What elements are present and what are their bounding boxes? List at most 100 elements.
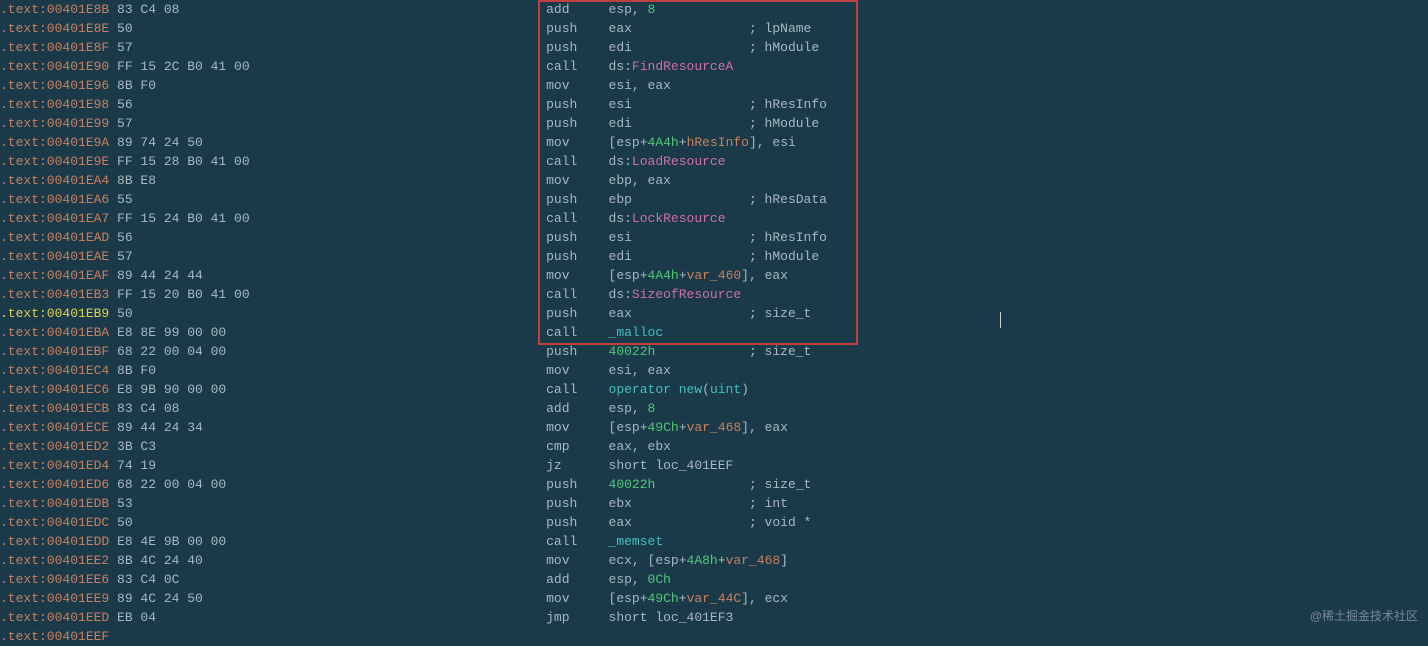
mnemonic: push (546, 306, 608, 321)
operand: 8 (648, 401, 656, 416)
operand: 4A4h (648, 135, 679, 150)
disasm-row[interactable]: .text:00401EB3 FF 15 20 B0 41 00 call ds… (0, 285, 1428, 304)
address: .text:00401EDD (0, 534, 109, 549)
address: .text:00401E98 (0, 97, 109, 112)
address: .text:00401EC6 (0, 382, 109, 397)
disassembly-listing[interactable]: .text:00401E8B 83 C4 08 add esp, 8.text:… (0, 0, 1428, 646)
disasm-row[interactable]: .text:00401E96 8B F0 mov esi, eax (0, 76, 1428, 95)
disasm-row[interactable]: .text:00401E8F 57 push edi ; hModule (0, 38, 1428, 57)
operand: ebp, eax (609, 173, 671, 188)
disasm-row[interactable]: .text:00401EAF 89 44 24 44 mov [esp+4A4h… (0, 266, 1428, 285)
mnemonic: push (546, 116, 608, 131)
disasm-row[interactable]: .text:00401EE6 83 C4 0C add esp, 0Ch (0, 570, 1428, 589)
operand: + (679, 135, 687, 150)
comment: ; lpName (749, 21, 811, 36)
disasm-row[interactable]: .text:00401EE9 89 4C 24 50 mov [esp+49Ch… (0, 589, 1428, 608)
disasm-row[interactable]: .text:00401EBF 68 22 00 04 00 push 40022… (0, 342, 1428, 361)
disasm-row[interactable]: .text:00401EDC 50 push eax ; void * (0, 513, 1428, 532)
operand: [esp+ (609, 268, 648, 283)
operand: var_468 (687, 420, 742, 435)
mnemonic: jmp (546, 610, 608, 625)
disasm-row[interactable]: .text:00401E9E FF 15 28 B0 41 00 call ds… (0, 152, 1428, 171)
mnemonic: push (546, 192, 608, 207)
disasm-row[interactable]: .text:00401EE2 8B 4C 24 40 mov ecx, [esp… (0, 551, 1428, 570)
disasm-row[interactable]: .text:00401ED4 74 19 jz short loc_401EEF (0, 456, 1428, 475)
bytes: 68 22 00 04 00 (109, 477, 546, 492)
disasm-row[interactable]: .text:00401E9A 89 74 24 50 mov [esp+4A4h… (0, 133, 1428, 152)
mnemonic: push (546, 477, 608, 492)
address: .text:00401E8F (0, 40, 109, 55)
mnemonic: push (546, 249, 608, 264)
disasm-row[interactable]: .text:00401ECE 89 44 24 34 mov [esp+49Ch… (0, 418, 1428, 437)
disasm-row[interactable]: .text:00401EDB 53 push ebx ; int (0, 494, 1428, 513)
disasm-row[interactable]: .text:00401EAD 56 push esi ; hResInfo (0, 228, 1428, 247)
bytes: 56 (109, 97, 546, 112)
operand: short loc_401EF3 (609, 610, 734, 625)
mnemonic (546, 629, 608, 644)
disasm-row[interactable]: .text:00401EB9 50 push eax ; size_t (0, 304, 1428, 323)
bytes: 89 74 24 50 (109, 135, 546, 150)
disasm-row[interactable]: .text:00401ED2 3B C3 cmp eax, ebx (0, 437, 1428, 456)
comment: ; hModule (749, 40, 819, 55)
comment: ; hResData (749, 192, 827, 207)
disasm-row[interactable]: .text:00401E98 56 push esi ; hResInfo (0, 95, 1428, 114)
disasm-row[interactable]: .text:00401E90 FF 15 2C B0 41 00 call ds… (0, 57, 1428, 76)
disasm-row[interactable]: .text:00401ED6 68 22 00 04 00 push 40022… (0, 475, 1428, 494)
mnemonic: mov (546, 553, 608, 568)
mnemonic: push (546, 40, 608, 55)
mnemonic: add (546, 2, 608, 17)
operand: esp, (609, 572, 648, 587)
bytes: 89 44 24 44 (109, 268, 546, 283)
mnemonic: mov (546, 363, 608, 378)
mnemonic: add (546, 572, 608, 587)
mnemonic: add (546, 401, 608, 416)
disasm-row[interactable]: .text:00401E8E 50 push eax ; lpName (0, 19, 1428, 38)
bytes: 83 C4 08 (109, 2, 546, 17)
operand: 49Ch (648, 420, 679, 435)
operand: LoadResource (632, 154, 726, 169)
watermark: @稀土掘金技术社区 (1310, 607, 1418, 626)
bytes: 8B 4C 24 40 (109, 553, 546, 568)
disasm-row[interactable]: .text:00401EDD E8 4E 9B 00 00 call _mems… (0, 532, 1428, 551)
operand: short loc_401EEF (609, 458, 734, 473)
operand: ebp (609, 192, 632, 207)
disasm-row[interactable]: .text:00401E8B 83 C4 08 add esp, 8 (0, 0, 1428, 19)
operand: _malloc (609, 325, 664, 340)
operand: [esp+ (609, 420, 648, 435)
operand: ds: (609, 59, 632, 74)
mnemonic: mov (546, 173, 608, 188)
operand: esi (609, 230, 632, 245)
bytes: FF 15 28 B0 41 00 (109, 154, 546, 169)
mnemonic: call (546, 211, 608, 226)
mnemonic: mov (546, 268, 608, 283)
disasm-row[interactable]: .text:00401EED EB 04 jmp short loc_401EF… (0, 608, 1428, 627)
disasm-row[interactable]: .text:00401EEF (0, 627, 1428, 646)
address: .text:00401EDC (0, 515, 109, 530)
operand: operator new (609, 382, 703, 397)
disasm-row[interactable]: .text:00401EA6 55 push ebp ; hResData (0, 190, 1428, 209)
bytes: 3B C3 (109, 439, 546, 454)
disasm-row[interactable]: .text:00401EBA E8 8E 99 00 00 call _mall… (0, 323, 1428, 342)
operand: 4A4h (648, 268, 679, 283)
comment: ; size_t (749, 477, 811, 492)
mnemonic: push (546, 230, 608, 245)
bytes: EB 04 (109, 610, 546, 625)
operand: esi, eax (609, 78, 671, 93)
disasm-row[interactable]: .text:00401EAE 57 push edi ; hModule (0, 247, 1428, 266)
bytes (109, 629, 546, 644)
disasm-row[interactable]: .text:00401EA4 8B E8 mov ebp, eax (0, 171, 1428, 190)
bytes: 74 19 (109, 458, 546, 473)
bytes: 89 4C 24 50 (109, 591, 546, 606)
disasm-row[interactable]: .text:00401E99 57 push edi ; hModule (0, 114, 1428, 133)
disasm-row[interactable]: .text:00401EC4 8B F0 mov esi, eax (0, 361, 1428, 380)
operand: edi (609, 116, 632, 131)
disasm-row[interactable]: .text:00401EC6 E8 9B 90 00 00 call opera… (0, 380, 1428, 399)
operand: + (718, 553, 726, 568)
bytes: 57 (109, 40, 546, 55)
disasm-row[interactable]: .text:00401EA7 FF 15 24 B0 41 00 call ds… (0, 209, 1428, 228)
operand: [esp+ (609, 591, 648, 606)
bytes: E8 4E 9B 00 00 (109, 534, 546, 549)
bytes: E8 8E 99 00 00 (109, 325, 546, 340)
disasm-row[interactable]: .text:00401ECB 83 C4 08 add esp, 8 (0, 399, 1428, 418)
mnemonic: mov (546, 591, 608, 606)
